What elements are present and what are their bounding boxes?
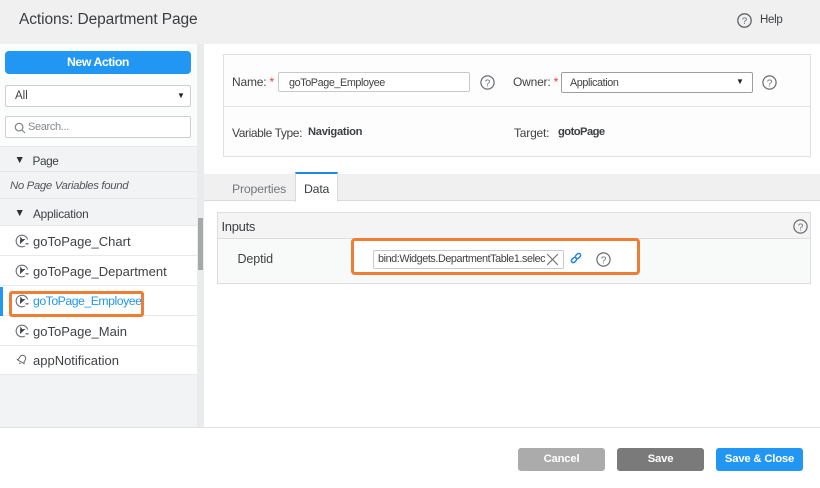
svg-text:?: ? [742,16,747,27]
svg-text:?: ? [766,78,772,89]
svg-text:?: ? [601,255,607,266]
svg-text:?: ? [797,222,803,233]
svg-text:?: ? [484,78,490,89]
